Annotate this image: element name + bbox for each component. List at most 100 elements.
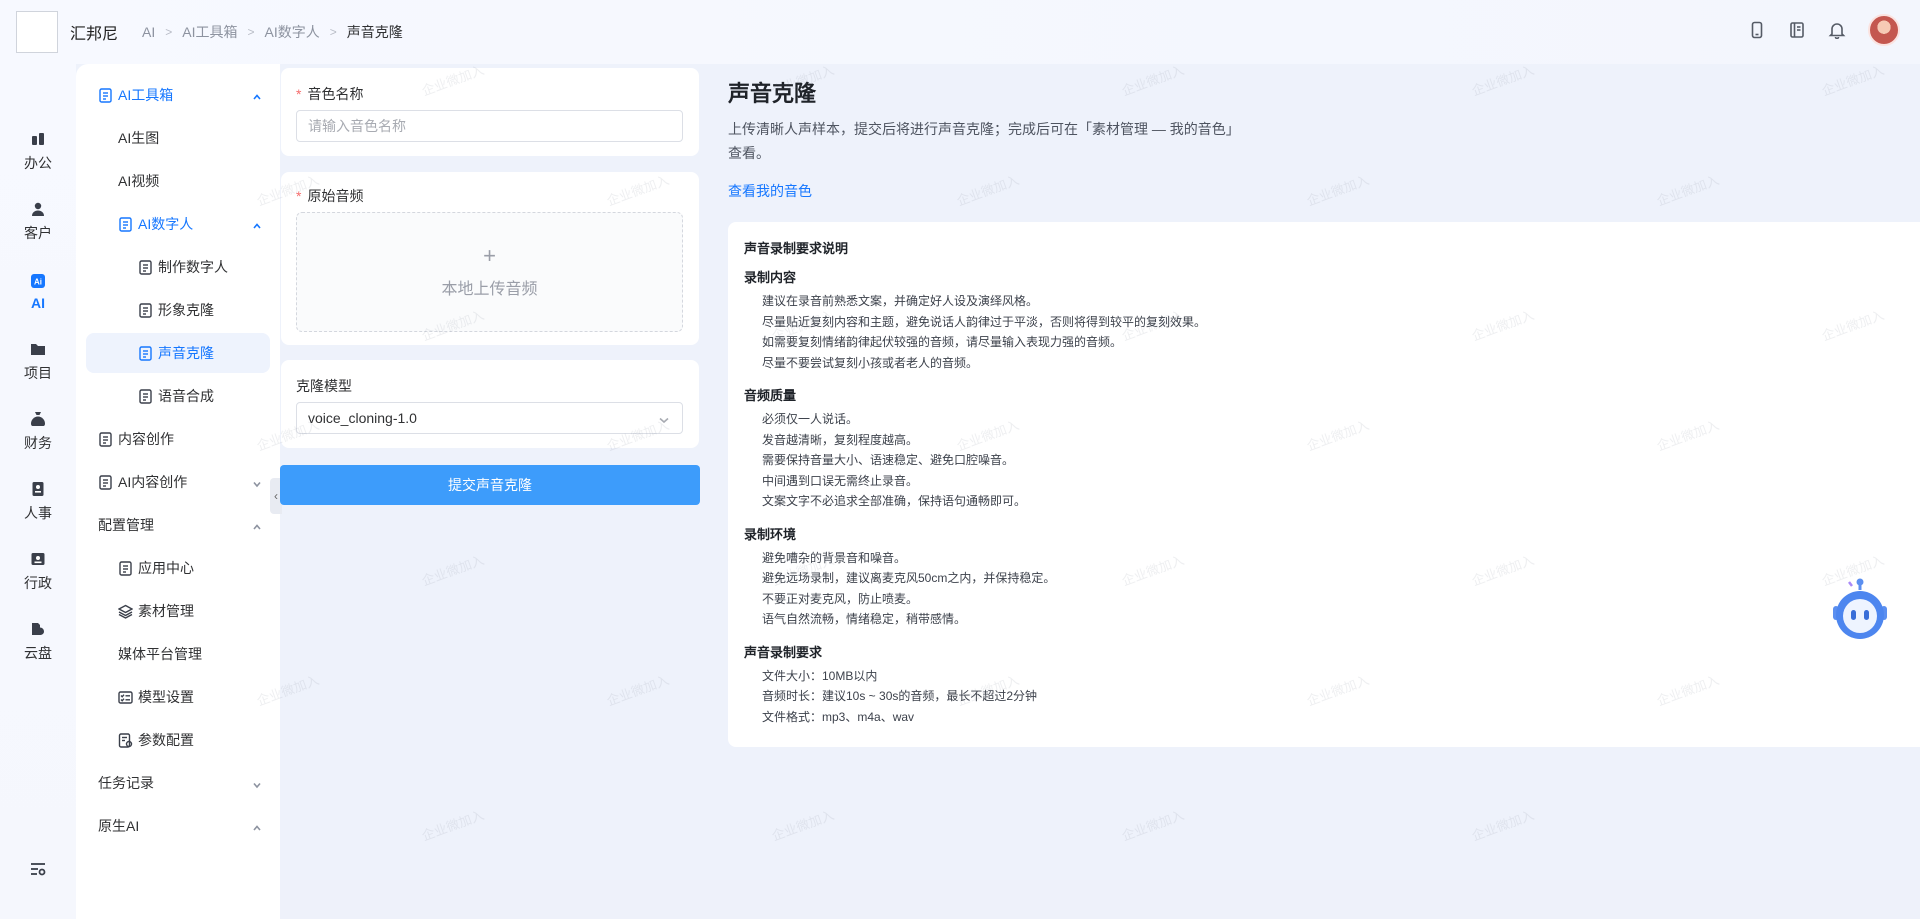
menu-app-center[interactable]: 应用中心 xyxy=(118,548,278,588)
document-icon xyxy=(118,216,133,232)
clone-model-label: 克隆模型 xyxy=(296,378,352,394)
requirement-line: 如需要复刻情绪韵律起伏较强的音频，请尽量输入表现力强的音频。 xyxy=(762,335,1123,349)
notebook-icon[interactable] xyxy=(1788,21,1806,39)
requirement-line: 需要保持音量大小、语速稳定、避免口腔噪音。 xyxy=(762,453,1015,467)
voice-name-input[interactable] xyxy=(296,110,683,142)
brand-name: 汇邦尼 xyxy=(70,26,119,43)
cloud-drive-icon xyxy=(30,621,46,637)
user-icon xyxy=(30,201,46,217)
breadcrumb-item-ai[interactable]: AI xyxy=(142,24,155,40)
ai-assistant-robot-icon[interactable] xyxy=(1825,576,1895,646)
requirement-line: 避免远场录制，建议离麦克风50cm之内，并保持稳定。 xyxy=(762,571,1056,585)
rail-item-customer[interactable]: 客户 xyxy=(0,194,76,250)
menu-material-management[interactable]: 素材管理 xyxy=(118,591,278,631)
original-audio-label: * 原始音频 xyxy=(296,188,364,204)
menu-label: AI内容创作 xyxy=(118,474,188,490)
document-icon xyxy=(138,388,153,404)
section-title: 声音录制要求 xyxy=(744,644,823,660)
menu-native-ai[interactable]: 原生AI xyxy=(98,806,278,846)
menu-ai-image[interactable]: AI生图 xyxy=(118,118,278,158)
config-doc-icon xyxy=(118,732,133,748)
menu-speech-synthesis[interactable]: 语音合成 xyxy=(138,376,278,416)
requirement-line: 建议在录音前熟悉文案，并确定好人设及演绎风格。 xyxy=(762,294,1039,308)
voice-name-card: * 音色名称 xyxy=(281,68,699,156)
audio-upload-area[interactable]: + 本地上传音频 xyxy=(296,212,683,332)
rail-item-office[interactable]: 办公 xyxy=(0,124,76,180)
menu-label: 媒体平台管理 xyxy=(118,646,202,662)
view-my-voices-link[interactable]: 查看我的音色 xyxy=(728,181,812,201)
rail-item-cloud-drive[interactable]: 云盘 xyxy=(0,614,76,670)
menu-label: 配置管理 xyxy=(98,517,154,533)
user-avatar[interactable] xyxy=(1868,14,1900,46)
menu-task-records[interactable]: 任务记录 xyxy=(98,763,278,803)
menu-label: 制作数字人 xyxy=(158,259,228,275)
rail-label: 云盘 xyxy=(24,645,52,661)
top-header: 汇邦尼 AI > AI工具箱 > AI数字人 > 声音克隆 xyxy=(0,0,1920,64)
document-icon xyxy=(118,560,133,576)
mobile-icon[interactable] xyxy=(1748,21,1766,39)
breadcrumb-item-ai-toolbox[interactable]: AI工具箱 xyxy=(182,22,237,42)
chevron-up-icon xyxy=(252,218,262,229)
id-card-icon xyxy=(30,551,46,567)
menu-make-digital-human[interactable]: 制作数字人 xyxy=(138,247,278,287)
section-title: 录制环境 xyxy=(744,526,797,542)
rail-label: 人事 xyxy=(24,505,52,521)
menu-model-settings[interactable]: 模型设置 xyxy=(118,677,278,717)
rail-label: 行政 xyxy=(24,575,52,591)
menu-voice-clone[interactable]: 声音克隆 xyxy=(86,333,270,373)
menu-label: 参数配置 xyxy=(138,732,194,748)
requirement-line: 文案文字不必追求全部准确，保持语句通畅即可。 xyxy=(762,494,1027,508)
menu-media-platform[interactable]: 媒体平台管理 xyxy=(118,634,278,674)
menu-label: 形象克隆 xyxy=(158,302,214,318)
rail-label: 办公 xyxy=(24,155,52,171)
requirement-line: 必须仅一人说话。 xyxy=(762,412,859,426)
sub-menu: AI工具箱 AI生图 AI视频 AI数字人 制作数字人 形象克隆 声音克隆 语音… xyxy=(76,64,280,919)
menu-ai-toolbox[interactable]: AI工具箱 xyxy=(98,75,278,115)
submit-voice-clone-button[interactable]: 提交声音克隆 xyxy=(280,465,700,505)
logo-placeholder[interactable] xyxy=(16,11,58,53)
folder-icon xyxy=(30,341,46,357)
rail-item-admin[interactable]: 行政 xyxy=(0,544,76,600)
menu-image-clone[interactable]: 形象克隆 xyxy=(138,290,278,330)
plus-icon: + xyxy=(483,243,496,268)
rail-item-hr[interactable]: 人事 xyxy=(0,474,76,530)
menu-label: 内容创作 xyxy=(118,431,174,447)
menu-ai-video[interactable]: AI视频 xyxy=(118,161,278,201)
clone-model-select[interactable]: voice_cloning-1.0 xyxy=(296,402,683,434)
menu-ai-content-creation[interactable]: AI内容创作 xyxy=(98,462,278,502)
page-description: 上传清晰人声样本，提交后将进行声音克隆；完成后可在「素材管理 — 我的音色」查看… xyxy=(728,121,1240,161)
menu-label: 模型设置 xyxy=(138,689,194,705)
rail-item-ai[interactable]: Ai AI xyxy=(0,264,76,320)
menu-label: 素材管理 xyxy=(138,603,194,619)
breadcrumb: AI > AI工具箱 > AI数字人 > 声音克隆 xyxy=(142,22,403,42)
settings-list-icon[interactable] xyxy=(29,860,47,878)
requirements-card: 声音录制要求说明 录制内容 建议在录音前熟悉文案，并确定好人设及演绎风格。 尽量… xyxy=(728,222,1920,747)
document-icon xyxy=(138,259,153,275)
requirement-line: 发音越清晰，复刻程度越高。 xyxy=(762,432,919,447)
menu-content-creation[interactable]: 内容创作 xyxy=(98,419,278,459)
rail-label: 财务 xyxy=(24,435,52,451)
breadcrumb-separator: > xyxy=(165,25,173,39)
menu-label: 声音克隆 xyxy=(158,345,214,361)
module-rail: 办公 客户 Ai AI 项目 财务 人事 行政 云盘 xyxy=(0,64,76,919)
breadcrumb-item-ai-digital-human[interactable]: AI数字人 xyxy=(265,22,320,42)
breadcrumb-item-current: 声音克隆 xyxy=(346,24,403,40)
chevron-up-icon xyxy=(252,820,262,831)
document-icon xyxy=(98,431,113,447)
bell-icon[interactable] xyxy=(1828,21,1846,39)
rail-label: 客户 xyxy=(24,225,52,241)
requirement-line: 不要正对麦克风，防止喷麦。 xyxy=(762,591,919,606)
voice-name-label: * 音色名称 xyxy=(296,86,364,102)
document-icon xyxy=(138,345,153,361)
chevron-up-icon xyxy=(252,519,262,530)
menu-config-management[interactable]: 配置管理 xyxy=(98,505,278,545)
ai-icon: Ai xyxy=(30,273,46,289)
footer-band xyxy=(280,880,1920,919)
rail-item-finance[interactable]: 财务 xyxy=(0,404,76,460)
menu-param-config[interactable]: 参数配置 xyxy=(118,720,278,760)
checklist-icon xyxy=(118,690,133,705)
rail-item-project[interactable]: 项目 xyxy=(0,334,76,390)
menu-label: AI数字人 xyxy=(138,216,194,232)
menu-ai-digital-human[interactable]: AI数字人 xyxy=(118,204,278,244)
badge-icon xyxy=(30,481,46,497)
